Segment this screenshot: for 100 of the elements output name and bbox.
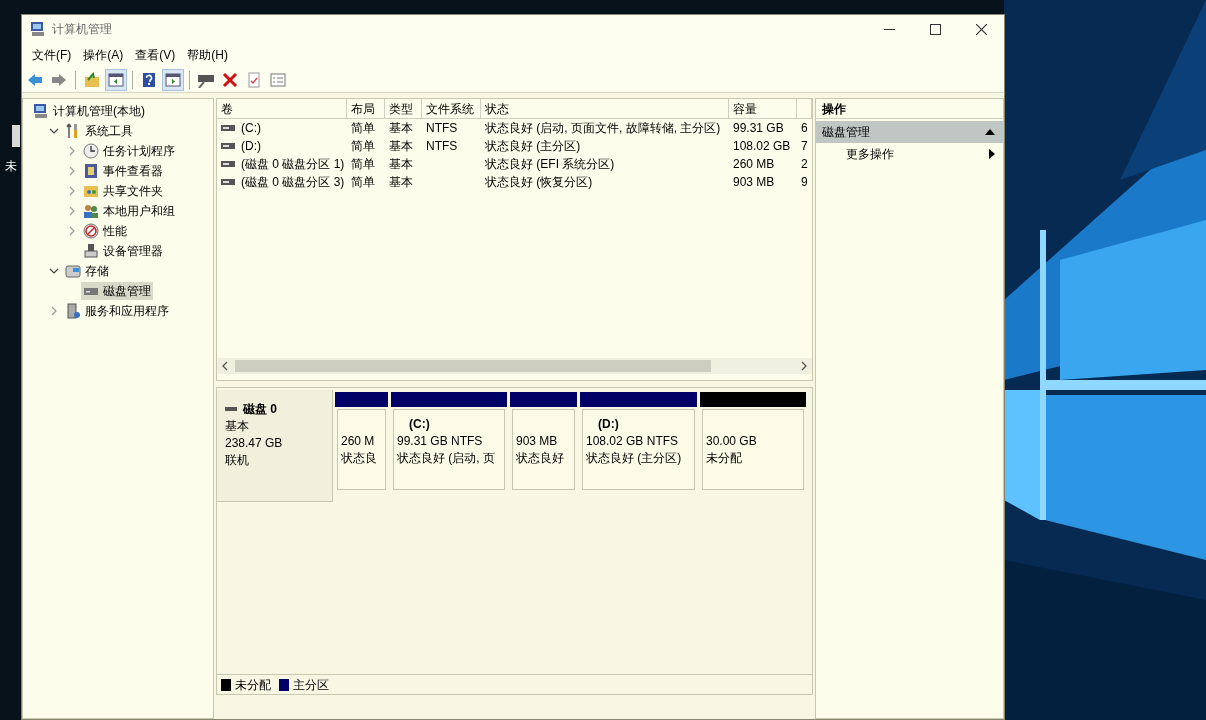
legend-label: 未分配: [235, 676, 271, 694]
tree-item[interactable]: 计算机管理(本地): [31, 102, 147, 120]
column-header[interactable]: 状态: [481, 99, 729, 118]
table-cell-text: 状态良好 (恢复分区): [485, 174, 593, 191]
table-cell-text: 99.31 GB: [733, 120, 784, 137]
gauge-icon: [83, 223, 99, 239]
table-cell-text: 9: [801, 174, 808, 191]
table-cell-text: (磁盘 0 磁盘分区 1): [241, 156, 345, 173]
submenu-arrow-icon: [989, 149, 995, 159]
tree-item[interactable]: 磁盘管理: [81, 282, 153, 300]
menu-item[interactable]: 操作(A): [77, 45, 130, 65]
table-cell-text: (D:): [241, 138, 261, 155]
menu-item[interactable]: 帮助(H): [181, 45, 234, 65]
folder-icon: [84, 71, 100, 88]
volume-icon: [221, 161, 235, 167]
partition-label: (D:): [597, 416, 620, 433]
forward-arrow-icon: [51, 71, 67, 88]
close-icon: [975, 23, 987, 35]
check-document-icon: [246, 71, 262, 88]
table-cell-text: 基本: [389, 174, 413, 191]
pane-icon: [108, 71, 124, 88]
partition-size: 260 M: [341, 433, 376, 450]
desktop-icon: [12, 125, 20, 147]
volume-icon: [221, 125, 235, 131]
partition-status: 状态良: [341, 450, 378, 467]
partition-status: 状态良好: [516, 450, 565, 467]
back-arrow-icon: [27, 71, 43, 88]
partition-label: (C:): [408, 416, 431, 433]
partition-size: 30.00 GB: [706, 433, 758, 450]
partition-status: 状态良好 (主分区): [586, 450, 683, 467]
table-cell-text: 基本: [389, 120, 413, 137]
window-title: 计算机管理: [52, 21, 112, 38]
tree-item[interactable]: 设备管理器: [81, 242, 165, 260]
toolbar-button[interactable]: [162, 68, 184, 91]
menu-item[interactable]: 文件(F): [26, 45, 78, 65]
device-icon: [83, 243, 99, 259]
table-cell-text: (磁盘 0 磁盘分区 3): [241, 174, 345, 191]
action-item[interactable]: 更多操作: [816, 143, 1003, 165]
tree-item[interactable]: 性能: [81, 222, 129, 240]
partition-status: 未分配: [706, 450, 743, 467]
computer-icon: [33, 103, 49, 119]
table-cell-text: NTFS: [426, 120, 458, 137]
toolbar-button[interactable]: [105, 68, 127, 91]
help-icon: [141, 71, 157, 88]
column-header[interactable]: 类型: [385, 99, 422, 118]
storage-icon: [65, 263, 81, 279]
tree-item[interactable]: 存储: [63, 262, 111, 280]
computer-icon: [30, 21, 46, 37]
tree-item[interactable]: 系统工具: [63, 122, 135, 140]
action-section-header[interactable]: 磁盘管理: [816, 121, 1003, 143]
delete-icon: [222, 71, 238, 88]
tree-item[interactable]: 本地用户和组: [81, 202, 177, 220]
disk-name: 磁盘 0: [243, 401, 277, 418]
volume-icon: [221, 179, 235, 185]
clock-icon: [83, 143, 99, 159]
horizontal-scrollbar[interactable]: [217, 358, 812, 374]
table-cell-text: 状态良好 (主分区): [485, 138, 581, 155]
disk-type: 基本: [225, 418, 250, 435]
table-cell-text: 简单: [351, 156, 375, 173]
table-cell-text: 状态良好 (EFI 系统分区): [485, 156, 615, 173]
partition-size: 99.31 GB NTFS: [397, 433, 484, 450]
table-cell-text: 简单: [351, 120, 375, 137]
partition-size: 903 MB: [516, 433, 559, 450]
legend-label: 主分区: [293, 676, 329, 694]
column-header[interactable]: 容量: [729, 99, 797, 118]
table-cell-text: 2: [801, 156, 808, 173]
table-cell-text: 6: [801, 120, 808, 137]
column-header[interactable]: 卷: [217, 99, 347, 118]
column-header[interactable]: 文件系统: [422, 99, 481, 118]
event-log-icon: [83, 163, 99, 179]
table-cell-text: 状态良好 (启动, 页面文件, 故障转储, 主分区): [485, 120, 721, 137]
table-cell-text: 基本: [389, 138, 413, 155]
tree-item[interactable]: 事件查看器: [81, 162, 165, 180]
properties-icon: [270, 71, 286, 88]
table-cell-text: NTFS: [426, 138, 458, 155]
users-icon: [83, 203, 99, 219]
volume-icon: [221, 143, 235, 149]
maximize-icon: [929, 23, 941, 35]
column-header[interactable]: 布局: [347, 99, 385, 118]
partition-status: 状态良好 (启动, 页: [397, 450, 496, 467]
table-cell-text: 108.02 GB: [733, 138, 791, 155]
table-cell-text: 260 MB: [733, 156, 775, 173]
tree-item[interactable]: 共享文件夹: [81, 182, 165, 200]
services-icon: [65, 303, 81, 319]
tree-item[interactable]: 任务计划程序: [81, 142, 177, 160]
table-cell-text: 903 MB: [733, 174, 775, 191]
table-cell-text: 基本: [389, 156, 413, 173]
table-cell-text: (C:): [241, 120, 261, 137]
pane-header: 操作: [816, 99, 1003, 119]
minimize-icon: [883, 28, 895, 30]
tree-item[interactable]: 服务和应用程序: [63, 302, 171, 320]
table-cell-text: 7: [801, 138, 808, 155]
collapse-triangle-icon: [985, 129, 995, 135]
disk-status: 联机: [225, 452, 250, 469]
menu-item[interactable]: 查看(V): [129, 45, 182, 65]
pane-icon: [165, 71, 181, 88]
shared-folder-icon: [83, 183, 99, 199]
desktop-label: 未: [5, 158, 17, 175]
table-cell-text: 简单: [351, 174, 375, 191]
partition-size: 108.02 GB NTFS: [586, 433, 680, 450]
